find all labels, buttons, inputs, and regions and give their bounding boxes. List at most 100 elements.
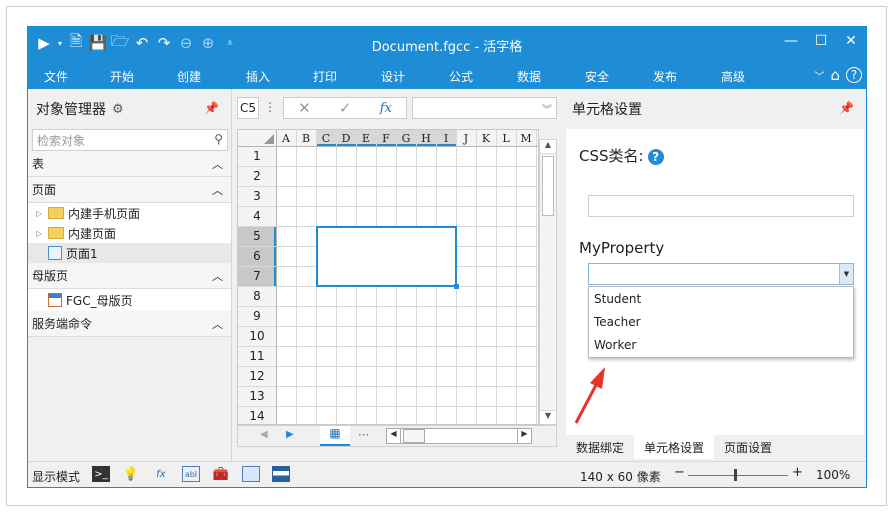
tab-file[interactable]: 文件 bbox=[44, 68, 68, 85]
chevron-down-icon[interactable]: ﹀ bbox=[814, 68, 824, 83]
formula-input[interactable]: ︾ bbox=[412, 97, 557, 119]
scroll-right-icon[interactable]: ▶ bbox=[517, 429, 531, 443]
horizontal-scrollbar[interactable]: ◀ ▶ bbox=[386, 428, 532, 444]
cancel-formula-icon[interactable]: ✕ bbox=[298, 99, 311, 117]
fx-icon[interactable]: fx bbox=[380, 101, 392, 116]
tab-cell-settings[interactable]: 单元格设置 bbox=[634, 435, 715, 459]
cell-settings-title: 单元格设置 bbox=[572, 102, 642, 118]
zoom-slider[interactable]: − + bbox=[674, 465, 804, 483]
object-manager-title: 对象管理器 bbox=[36, 102, 106, 118]
sheet-tab[interactable]: ▦ bbox=[320, 426, 350, 446]
chevron-up-icon[interactable]: ︿ bbox=[212, 182, 223, 198]
spreadsheet-grid[interactable]: A B C D E F G H I J K L M 1 2 3 4 5 6 7 8 9 10 11 12 13 14 bbox=[237, 129, 539, 425]
css-class-label: CSS类名: bbox=[579, 147, 644, 165]
hscroll-thumb[interactable] bbox=[403, 429, 425, 443]
scroll-left-icon[interactable]: ◀ bbox=[387, 429, 401, 443]
help-icon[interactable]: ? bbox=[647, 148, 664, 165]
option-student[interactable]: Student bbox=[589, 287, 853, 310]
maximize-icon[interactable]: ☐ bbox=[812, 33, 830, 49]
tab-advanced[interactable]: 高级 bbox=[721, 68, 745, 85]
option-worker[interactable]: Worker bbox=[589, 333, 853, 356]
zoom-in-icon[interactable]: + bbox=[792, 465, 803, 480]
home-icon[interactable]: ⌂ bbox=[830, 66, 840, 84]
minimize-icon[interactable]: — bbox=[782, 33, 800, 49]
my-property-dropdown-list: Student Teacher Worker bbox=[588, 286, 854, 358]
tree-item-page1[interactable]: 页面1 bbox=[28, 243, 231, 263]
search-icon[interactable]: ⚲ bbox=[214, 132, 223, 146]
zoom-percent: 100% bbox=[816, 468, 851, 482]
table-grid-icon[interactable] bbox=[242, 466, 260, 482]
cell-reference[interactable]: C5 bbox=[237, 97, 259, 119]
tab-publish[interactable]: 发布 bbox=[653, 68, 677, 85]
column-header-f: F bbox=[382, 132, 390, 145]
status-tools: >_ 💡 fx abI 🧰 bbox=[92, 466, 290, 482]
search-object-input[interactable]: 检索对象 ⚲ bbox=[32, 129, 228, 151]
tab-page-settings[interactable]: 页面设置 bbox=[714, 435, 782, 459]
next-sheet-icon[interactable]: ▶ bbox=[286, 429, 294, 440]
tree-item-builtin-pages[interactable]: ▷ 内建页面 bbox=[28, 223, 231, 243]
right-panel-tabs: 数据绑定 单元格设置 页面设置 bbox=[566, 435, 864, 461]
row-header-4: 4 bbox=[253, 209, 261, 223]
my-property-combobox[interactable]: ▼ bbox=[588, 263, 854, 285]
close-icon[interactable]: ✕ bbox=[842, 33, 860, 49]
column-header-i: I bbox=[444, 132, 448, 145]
zoom-track[interactable] bbox=[688, 475, 788, 476]
master-page-icon bbox=[48, 293, 62, 307]
zoom-knob[interactable] bbox=[734, 469, 737, 481]
terminal-icon[interactable]: >_ bbox=[92, 466, 110, 482]
grid-canvas[interactable]: A B C D E F G H I J K L M1234567891011121314 bbox=[238, 130, 539, 425]
scroll-up-icon[interactable]: ▲ bbox=[540, 140, 556, 154]
layout-icon[interactable] bbox=[272, 466, 290, 482]
chevron-up-icon[interactable]: ︿ bbox=[212, 156, 223, 172]
tab-design[interactable]: 设计 bbox=[381, 68, 405, 85]
confirm-formula-icon[interactable]: ✓ bbox=[339, 99, 352, 117]
lightbulb-icon[interactable]: 💡 bbox=[122, 466, 140, 482]
row-header-3: 3 bbox=[253, 189, 261, 203]
vertical-scrollbar[interactable]: ▲ ▼ bbox=[539, 139, 557, 425]
textbox-icon[interactable]: abI bbox=[182, 466, 200, 482]
status-bar: 显示模式 >_ 💡 fx abI 🧰 140 x 60 像素 − + 100% bbox=[28, 461, 866, 487]
tab-formula[interactable]: 公式 bbox=[449, 68, 473, 85]
chevron-up-icon[interactable]: ︿ bbox=[212, 316, 223, 332]
my-property-label: MyProperty bbox=[579, 239, 665, 257]
expand-arrow-icon[interactable]: ▷ bbox=[36, 209, 44, 218]
scroll-thumb[interactable] bbox=[542, 156, 554, 216]
search-placeholder: 检索对象 bbox=[37, 133, 86, 148]
page-icon bbox=[48, 246, 62, 260]
scroll-down-icon[interactable]: ▼ bbox=[540, 410, 556, 424]
annotation-arrow bbox=[574, 367, 605, 424]
column-header-g: G bbox=[402, 132, 411, 145]
tab-insert[interactable]: 插入 bbox=[246, 68, 270, 85]
section-master-pages[interactable]: 母版页 ︿ bbox=[28, 263, 231, 289]
prev-sheet-icon[interactable]: ◀ bbox=[260, 429, 268, 440]
tree-item-master-page[interactable]: FGC_母版页 bbox=[28, 289, 231, 311]
fx-icon[interactable]: fx bbox=[152, 466, 170, 482]
zoom-out-icon[interactable]: − bbox=[674, 465, 685, 480]
section-tables[interactable]: 表 ︿ bbox=[28, 151, 231, 177]
more-vertical-icon[interactable]: ⋮ bbox=[264, 100, 276, 114]
tab-data-binding[interactable]: 数据绑定 bbox=[566, 435, 634, 459]
tab-home[interactable]: 开始 bbox=[110, 68, 134, 85]
help-icon[interactable]: ? bbox=[846, 67, 862, 83]
tab-security[interactable]: 安全 bbox=[585, 68, 609, 85]
more-sheets-icon[interactable]: ··· bbox=[358, 428, 369, 442]
pin-icon[interactable]: 📌 bbox=[204, 101, 219, 115]
expand-arrow-icon[interactable]: ▷ bbox=[36, 229, 44, 238]
tree-item-mobile-pages[interactable]: ▷ 内建手机页面 bbox=[28, 203, 231, 223]
tab-create[interactable]: 创建 bbox=[177, 68, 201, 85]
css-class-input[interactable] bbox=[588, 195, 854, 217]
tab-data[interactable]: 数据 bbox=[517, 68, 541, 85]
tab-print[interactable]: 打印 bbox=[313, 68, 337, 85]
section-pages[interactable]: 页面 ︿ bbox=[28, 177, 231, 203]
section-server-commands[interactable]: 服务端命令 ︿ bbox=[28, 311, 231, 337]
dropdown-arrow-icon[interactable]: ▼ bbox=[839, 264, 853, 284]
option-teacher[interactable]: Teacher bbox=[589, 310, 853, 333]
pin-icon[interactable]: 📌 bbox=[839, 101, 854, 115]
expand-formula-icon[interactable]: ︾ bbox=[542, 101, 552, 116]
row-header-14: 14 bbox=[249, 409, 264, 423]
gear-icon[interactable]: ⚙ bbox=[112, 102, 124, 117]
chevron-up-icon[interactable]: ︿ bbox=[212, 268, 223, 284]
section-tables-label: 表 bbox=[32, 157, 45, 171]
toolbox-icon[interactable]: 🧰 bbox=[212, 466, 230, 482]
section-master-label: 母版页 bbox=[32, 269, 69, 283]
